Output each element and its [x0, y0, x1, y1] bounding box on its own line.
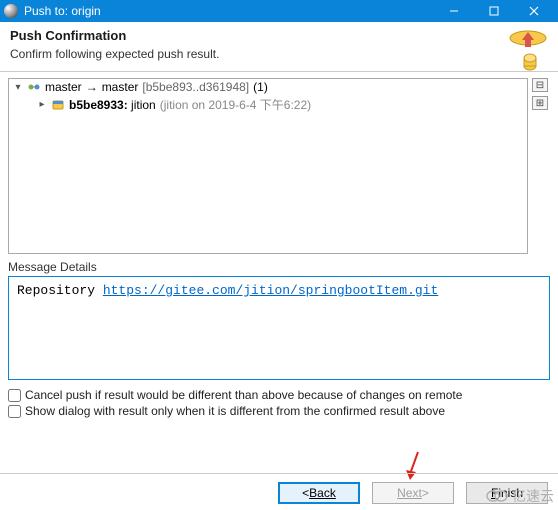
watermark-text: 亿速云: [512, 486, 554, 506]
cancel-if-different-label: Cancel push if result would be different…: [25, 388, 462, 402]
button-bar: < Back Next > Finish: [0, 473, 558, 504]
minimize-button[interactable]: [434, 0, 474, 22]
expand-twisty-icon[interactable]: ▸: [37, 100, 47, 110]
expand-all-button[interactable]: ⊞: [532, 96, 548, 110]
repo-prefix: Repository: [17, 283, 103, 298]
window-controls: [434, 0, 554, 22]
show-dialog-label: Show dialog with result only when it is …: [25, 404, 445, 418]
collapse-all-button[interactable]: ⊟: [532, 78, 548, 92]
commit-hash: b5be8933:: [69, 98, 128, 112]
page-title: Push Confirmation: [10, 28, 548, 43]
commit-count: (1): [253, 80, 268, 94]
commit-range: [b5be893..d361948]: [142, 80, 249, 94]
back-button[interactable]: < Back: [278, 482, 360, 504]
show-dialog-row[interactable]: Show dialog with result only when it is …: [8, 404, 550, 418]
page-subtitle: Confirm following expected push result.: [10, 47, 548, 61]
commit-meta: (jition on 2019-6-4 下午6:22): [160, 96, 311, 113]
app-icon: [4, 4, 18, 18]
watermark-logo-icon: [486, 489, 508, 503]
next-button: Next >: [372, 482, 454, 504]
close-button[interactable]: [514, 0, 554, 22]
collapse-twisty-icon[interactable]: ▾: [13, 82, 23, 92]
commit-message: jition: [131, 98, 156, 112]
show-dialog-checkbox[interactable]: [8, 405, 21, 418]
maximize-button[interactable]: [474, 0, 514, 22]
push-icon: [508, 26, 548, 80]
branch-row[interactable]: ▾ master → master [b5be893..d361948] (1): [9, 79, 527, 95]
branch-decorator-icon: [27, 80, 41, 94]
cancel-if-different-checkbox[interactable]: [8, 389, 21, 402]
commit-decorator-icon: [51, 98, 65, 112]
push-result-tree[interactable]: ▾ master → master [b5be893..d361948] (1)…: [8, 78, 528, 254]
branch-arrow: →: [86, 80, 98, 94]
branch-from: master: [45, 80, 82, 94]
message-details-label: Message Details: [8, 260, 550, 274]
cancel-if-different-row[interactable]: Cancel push if result would be different…: [8, 388, 550, 402]
repo-url-link[interactable]: https://gitee.com/jition/springbootItem.…: [103, 283, 438, 298]
dialog-header: Push Confirmation Confirm following expe…: [0, 22, 558, 72]
commit-row[interactable]: ▸ b5be8933: jition (jition on 2019-6-4 下…: [9, 95, 527, 114]
titlebar: Push to: origin: [0, 0, 558, 22]
message-details-box[interactable]: Repository https://gitee.com/jition/spri…: [8, 276, 550, 380]
watermark: 亿速云: [486, 486, 554, 506]
window-title: Push to: origin: [24, 4, 434, 18]
branch-to: master: [102, 80, 139, 94]
